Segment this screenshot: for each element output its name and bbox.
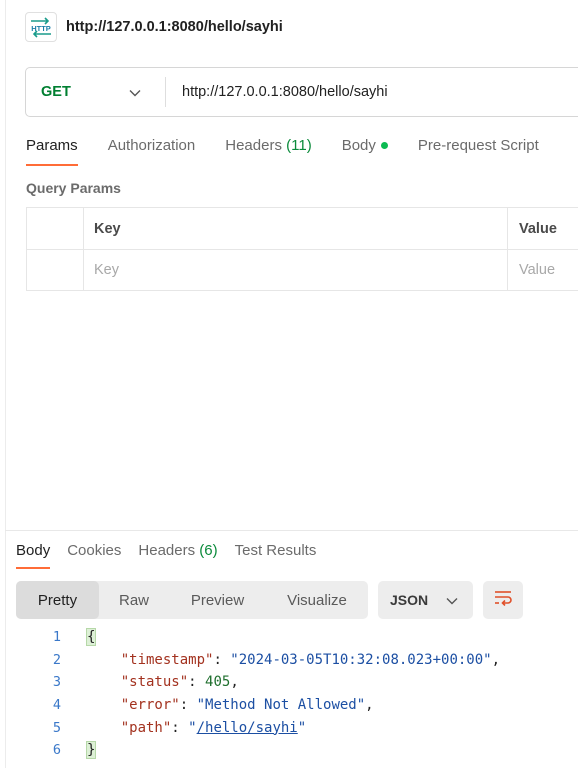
body-status-dot-icon (380, 141, 388, 149)
json-string-value: "2024-03-05T10:32:08.023+00:00" (230, 651, 492, 668)
method-select[interactable]: GET (26, 68, 165, 116)
tab-params-label: Params (26, 137, 78, 154)
query-params-title: Query Params (26, 180, 121, 196)
tab-pre-request-label: Pre-request Script (417, 137, 539, 154)
wrap-lines-button[interactable] (483, 581, 523, 619)
json-key: "error" (120, 697, 180, 714)
wrap-lines-icon (493, 590, 513, 611)
query-params-table: Key Value Key Value (26, 207, 578, 291)
json-close-brace: } (85, 741, 97, 760)
response-tab-test-results[interactable]: Test Results (235, 542, 317, 569)
response-tab-cookies-label: Cookies (67, 542, 122, 559)
value-column-header: Value (519, 220, 557, 237)
line-number: 2 (52, 651, 61, 668)
chevron-down-icon (446, 593, 458, 608)
response-tabs: Body Cookies Headers (6) Test Results (16, 542, 333, 569)
json-number-value: 405 (205, 674, 231, 691)
tab-body[interactable]: Body (342, 137, 388, 166)
line-number: 4 (52, 697, 61, 714)
row-checkbox-cell[interactable] (27, 250, 84, 290)
table-header-row: Key Value (27, 208, 578, 249)
tab-pre-request-script[interactable]: Pre-request Script (418, 137, 539, 166)
code-line: 1 { (16, 626, 500, 649)
code-line: 2 "timestamp": "2024-03-05T10:32:08.023+… (16, 649, 500, 672)
line-number: 6 (52, 742, 61, 759)
response-tab-cookies[interactable]: Cookies (67, 542, 121, 569)
view-pretty-button[interactable]: Pretty (16, 581, 99, 619)
tab-body-label: Body (341, 137, 376, 154)
json-open-brace: { (85, 628, 97, 647)
json-path-link[interactable]: /hello/sayhi (197, 720, 298, 736)
key-column-header: Key (84, 208, 508, 249)
format-select[interactable]: JSON (378, 581, 473, 619)
response-headers-count-badge: (6) (199, 542, 218, 559)
format-label: JSON (390, 592, 429, 608)
json-key: "status" (120, 674, 189, 691)
request-tabs: Params Authorization Headers (11) Body P… (26, 137, 569, 166)
view-visualize-button[interactable]: Visualize (266, 581, 368, 619)
key-input[interactable]: Key (84, 250, 508, 290)
chevron-down-icon (129, 85, 141, 100)
headers-count-badge: (11) (286, 137, 312, 154)
request-header: HTTP http://127.0.0.1:8080/hello/sayhi (25, 12, 283, 42)
code-line: 5 "path": "/hello/sayhi" (16, 716, 500, 739)
json-key: "path" (120, 719, 172, 736)
view-mode-group: Pretty Raw Preview Visualize (16, 581, 368, 619)
response-body-code[interactable]: 1 { 2 "timestamp": "2024-03-05T10:32:08.… (16, 626, 500, 762)
view-raw-button[interactable]: Raw (99, 581, 169, 619)
response-tab-headers[interactable]: Headers (6) (138, 542, 217, 569)
tab-authorization[interactable]: Authorization (108, 137, 196, 166)
line-number: 5 (52, 719, 61, 736)
response-divider[interactable] (5, 530, 578, 531)
response-tab-body-label: Body (16, 542, 51, 559)
json-key: "timestamp" (120, 651, 214, 668)
http-request-icon: HTTP (25, 12, 57, 42)
line-number: 3 (52, 674, 61, 691)
code-line: 6 } (16, 739, 500, 762)
code-line: 3 "status": 405, (16, 671, 500, 694)
response-tab-headers-label: Headers (138, 542, 196, 559)
json-string-value: "Method Not Allowed" (196, 697, 366, 714)
tab-headers-label: Headers (225, 137, 282, 154)
svg-text:HTTP: HTTP (31, 24, 51, 33)
request-title[interactable]: http://127.0.0.1:8080/hello/sayhi (66, 19, 283, 35)
tab-authorization-label: Authorization (107, 137, 196, 154)
code-line: 4 "error": "Method Not Allowed", (16, 694, 500, 717)
tab-params[interactable]: Params (26, 137, 78, 166)
line-number: 1 (52, 629, 61, 646)
url-input[interactable] (166, 84, 578, 100)
value-input[interactable]: Value (508, 250, 578, 290)
response-tab-test-results-label: Test Results (234, 542, 317, 559)
table-row: Key Value (27, 249, 578, 290)
left-panel-border (5, 0, 6, 768)
url-bar: GET (25, 67, 578, 117)
view-preview-button[interactable]: Preview (169, 581, 266, 619)
method-label: GET (41, 84, 71, 100)
response-tab-body[interactable]: Body (16, 542, 51, 569)
tab-headers[interactable]: Headers (11) (225, 137, 311, 166)
checkbox-column-header (27, 208, 84, 249)
